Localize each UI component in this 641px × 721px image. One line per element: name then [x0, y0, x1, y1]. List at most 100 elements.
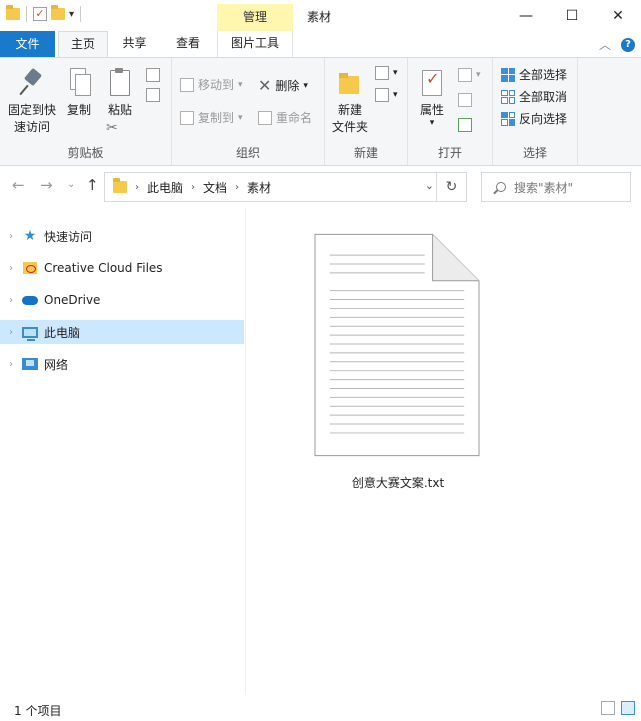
address-history-chevron-icon[interactable]: ⌄: [425, 179, 434, 192]
nav-item-creative-cloud-files[interactable]: › Creative Cloud Files: [0, 256, 244, 280]
cut-button[interactable]: ✂: [106, 120, 118, 136]
edit-button[interactable]: [458, 93, 472, 107]
group-label-new: 新建: [353, 146, 378, 160]
nav-item-this-pc[interactable]: › 此电脑: [0, 320, 244, 344]
group-organize: 移动到 ▾ 复制到 ▾ ✕ 删除 ▾ 重命名 组织: [172, 58, 325, 165]
select-all-label: 全部选择: [519, 68, 568, 82]
pin-to-quick-access-button[interactable]: 固定到快 速访问: [4, 68, 60, 136]
breadcrumb-chevron-icon[interactable]: ›: [191, 182, 195, 193]
delete-label: 删除: [275, 79, 300, 93]
up-arrow-icon[interactable]: ↑: [86, 176, 99, 194]
copy-path-button[interactable]: [146, 68, 160, 82]
history-button[interactable]: [458, 118, 472, 132]
paste-shortcut-button[interactable]: [146, 88, 160, 102]
large-icons-view-icon[interactable]: [621, 701, 635, 715]
breadcrumb-documents[interactable]: 文档: [203, 179, 227, 196]
forward-arrow-icon[interactable]: →: [40, 176, 53, 194]
properties-check-icon[interactable]: ✓: [33, 7, 47, 21]
chevron-down-icon: ▾: [393, 68, 398, 78]
details-view-icon[interactable]: [601, 701, 615, 715]
select-none-button[interactable]: 全部取消: [501, 88, 567, 105]
ribbon: 固定到快 速访问 复制 粘贴 ✂ 剪贴板 移动到 ▾ 复制到 ▾ ✕ 删除 ▾ …: [0, 57, 641, 166]
title-bar: ✓ ▾ 管理 素材 — ☐ ✕: [0, 0, 641, 31]
move-to-button[interactable]: 移动到 ▾: [180, 76, 243, 93]
paste-shortcut-icon: [146, 88, 160, 102]
copy-to-label: 复制到: [198, 111, 235, 125]
copy-icon: [68, 68, 91, 98]
delete-x-icon: ✕: [258, 76, 272, 95]
easy-access-button[interactable]: ▾: [375, 88, 398, 102]
expand-chevron-icon[interactable]: ›: [0, 231, 22, 242]
file-name[interactable]: 创意大赛文案.txt: [313, 474, 483, 491]
properties-button[interactable]: 属性 ▾: [414, 68, 450, 128]
move-to-icon: [180, 77, 194, 92]
navigation-bar: ← → ⌄ ↑ › 此电脑 › 文档 › 素材 ⌄ ↻ 搜索"素材": [0, 166, 641, 208]
expand-chevron-icon[interactable]: ›: [0, 359, 22, 370]
tab-picture-tools[interactable]: 图片工具: [217, 31, 293, 57]
nav-item-label: 网络: [44, 357, 69, 372]
rename-button[interactable]: 重命名: [258, 109, 312, 126]
pin-label-line2: 速访问: [13, 120, 50, 134]
collapse-ribbon-chevron-icon[interactable]: ︿: [599, 36, 611, 53]
nav-item-label: Creative Cloud Files: [44, 261, 163, 275]
breadcrumb-current[interactable]: 素材: [247, 179, 271, 196]
divider: [26, 6, 27, 22]
scissors-icon: ✂: [106, 120, 118, 136]
invert-selection-label: 反向选择: [519, 112, 568, 126]
breadcrumb-this-pc[interactable]: 此电脑: [147, 179, 183, 196]
chevron-down-icon: ▾: [476, 70, 481, 80]
breadcrumb-chevron-icon[interactable]: ›: [235, 182, 239, 193]
new-folder-icon[interactable]: [51, 5, 65, 20]
expand-chevron-icon[interactable]: ›: [0, 327, 22, 338]
context-tab-manage[interactable]: 管理: [217, 4, 293, 31]
star-icon: ★: [23, 228, 37, 244]
help-icon[interactable]: ?: [621, 37, 635, 52]
delete-button[interactable]: ✕ 删除 ▾: [258, 76, 308, 95]
expand-chevron-icon[interactable]: ›: [0, 263, 22, 274]
breadcrumb-chevron-icon[interactable]: ›: [135, 182, 139, 193]
edit-icon: [458, 93, 472, 107]
nav-item-onedrive[interactable]: › OneDrive: [0, 288, 244, 312]
nav-item-quick-access[interactable]: › ★ 快速访问: [0, 224, 244, 248]
close-button[interactable]: ✕: [595, 0, 641, 31]
copy-to-icon: [180, 110, 194, 125]
copy-to-button[interactable]: 复制到 ▾: [180, 109, 243, 126]
group-label-clipboard: 剪贴板: [67, 146, 104, 160]
back-arrow-icon[interactable]: ←: [12, 176, 25, 194]
new-folder-label-line1: 新建: [337, 103, 362, 117]
recent-locations-chevron-icon[interactable]: ⌄: [67, 179, 75, 190]
copy-path-icon: [146, 68, 160, 82]
search-icon: [496, 182, 506, 192]
maximize-button[interactable]: ☐: [549, 0, 595, 31]
select-all-button[interactable]: 全部选择: [501, 66, 567, 83]
tab-view[interactable]: 查看: [163, 31, 213, 57]
minimize-button[interactable]: —: [503, 0, 549, 31]
refresh-icon[interactable]: ↻: [436, 173, 466, 201]
customize-toolbar-chevron-icon[interactable]: ▾: [69, 9, 74, 20]
open-button[interactable]: ▾: [458, 68, 481, 82]
tab-home[interactable]: 主页: [58, 31, 108, 58]
paste-label: 粘贴: [107, 103, 132, 117]
invert-selection-button[interactable]: 反向选择: [501, 110, 567, 127]
search-box[interactable]: 搜索"素材": [481, 172, 631, 202]
copy-button[interactable]: 复制: [62, 68, 96, 119]
item-count: 1 个项目: [14, 704, 62, 718]
nav-item-network[interactable]: › 网络: [0, 352, 244, 376]
tab-share[interactable]: 共享: [112, 31, 157, 57]
expand-chevron-icon[interactable]: ›: [0, 295, 22, 306]
group-new: 新建 文件夹 ▾ ▾ 新建: [325, 58, 408, 165]
tab-file[interactable]: 文件: [0, 31, 55, 57]
new-item-button[interactable]: ▾: [375, 66, 398, 80]
network-icon: [22, 356, 38, 372]
folder-icon: [6, 5, 20, 20]
new-folder-icon: [337, 68, 363, 98]
file-item[interactable]: 创意大赛文案.txt: [313, 232, 483, 490]
address-bar[interactable]: › 此电脑 › 文档 › 素材 ⌄ ↻: [104, 172, 467, 202]
new-folder-button[interactable]: 新建 文件夹: [329, 68, 371, 136]
search-placeholder[interactable]: 搜索"素材": [514, 179, 573, 196]
chevron-down-icon: ▾: [393, 90, 398, 100]
chevron-down-icon: ▾: [238, 112, 243, 123]
text-document-icon: [314, 233, 480, 457]
paste-button[interactable]: 粘贴: [102, 68, 138, 119]
group-label-open: 打开: [437, 146, 462, 160]
